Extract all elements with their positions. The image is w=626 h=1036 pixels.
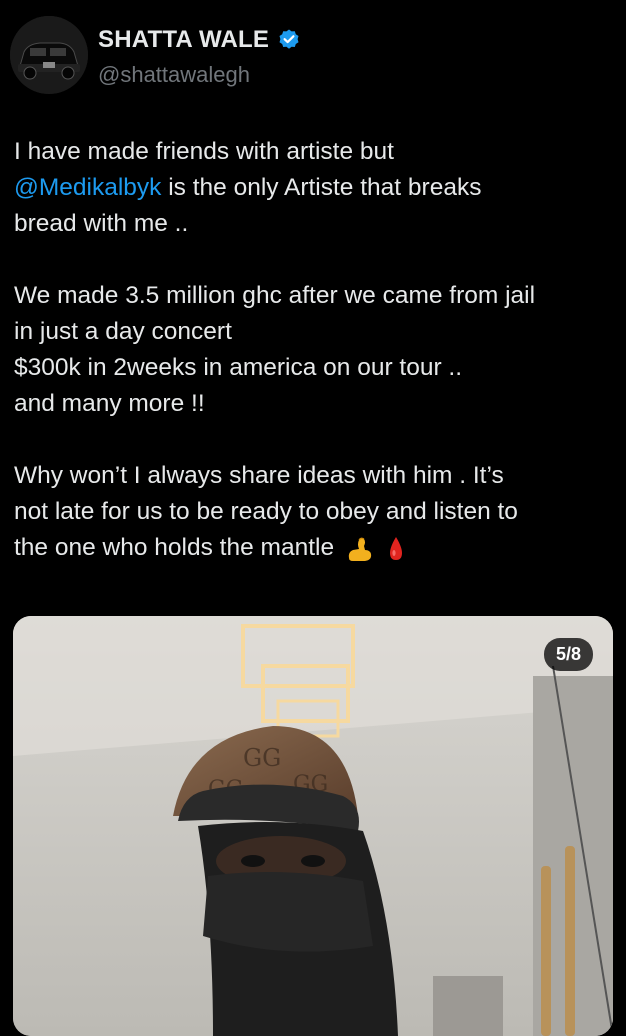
author-display-name[interactable]: SHATTA WALE — [98, 26, 269, 54]
selfie-photo: GG GG GG — [13, 616, 613, 1036]
tweet-line: We made 3.5 million ghc after we came fr… — [14, 278, 614, 314]
tweet-line-text: and many more !! — [14, 390, 205, 417]
tweet-line: $300k in 2weeks in america on our tour .… — [14, 350, 614, 386]
media-counter-badge: 5/8 — [543, 638, 593, 671]
tweet-header: SHATTA WALE @shattawalegh — [10, 16, 610, 96]
tweet-line-text: bread with me .. — [14, 210, 189, 237]
tweet-line: I have made friends with artiste but — [14, 134, 614, 170]
tweet-line-text: I have made friends with artiste but — [14, 138, 394, 165]
author-handle[interactable]: @shattawalegh — [98, 62, 250, 88]
tweet-line: @Medikalbyk is the only Artiste that bre… — [14, 170, 614, 206]
tweet-line-text: Why won’t I always share ideas with him … — [14, 462, 504, 489]
verified-badge-icon — [279, 29, 299, 49]
mention-link[interactable]: @Medikalbyk — [14, 174, 161, 201]
tweet-line: Why won’t I always share ideas with him … — [14, 458, 614, 494]
tweet-line-text: We made 3.5 million ghc after we came fr… — [14, 282, 536, 309]
tweet-line-text: $300k in 2weeks in america on our tour .… — [14, 354, 463, 381]
tweet-line: not late for us to be ready to obey and … — [14, 494, 614, 530]
tweet-media-image[interactable]: GG GG GG 5/8 — [13, 616, 613, 1036]
author-name-row: SHATTA WALE — [98, 26, 301, 54]
tweet-line-text: not late for us to be ready to obey and … — [14, 498, 518, 525]
tweet-line-text: is the only Artiste that breaks — [161, 174, 482, 201]
tweet-line: the one who holds the mantle — [14, 530, 614, 566]
tweet-line: bread with me .. — [14, 206, 614, 242]
tweet-text: I have made friends with artiste but @Me… — [14, 134, 614, 566]
tweet-line: in just a day concert — [14, 314, 614, 350]
tweet-line-text: in just a day concert — [14, 318, 232, 345]
svg-text:GG: GG — [243, 744, 281, 772]
drop-of-blood-icon — [389, 536, 402, 560]
flexed-biceps-icon — [348, 537, 372, 561]
author-avatar[interactable] — [10, 16, 88, 94]
car-avatar-icon — [10, 16, 88, 94]
tweet-line-text: the one who holds the mantle — [14, 534, 335, 561]
tweet-line: and many more !! — [14, 386, 614, 422]
